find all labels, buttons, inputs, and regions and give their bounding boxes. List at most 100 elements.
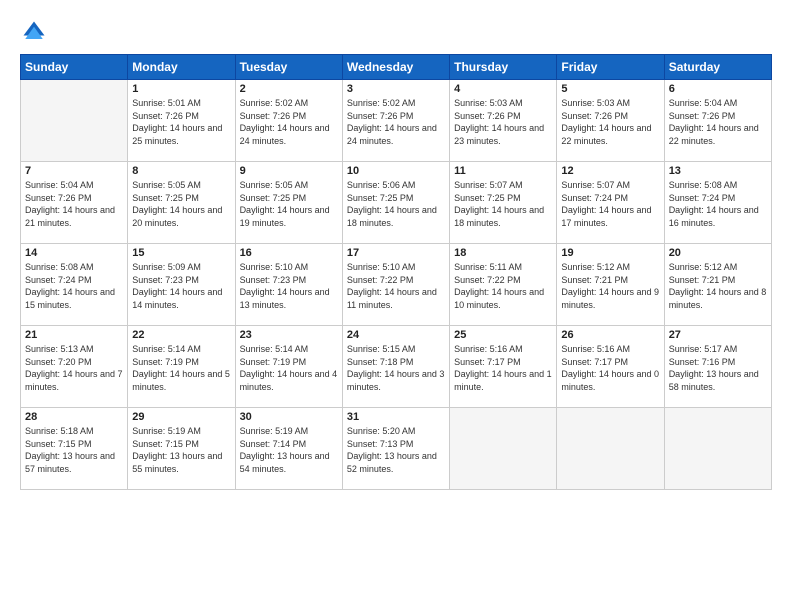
day-info: Sunrise: 5:15 AM Sunset: 7:18 PM Dayligh… <box>347 343 445 393</box>
calendar-cell: 20 Sunrise: 5:12 AM Sunset: 7:21 PM Dayl… <box>664 244 771 326</box>
sunset-text: Sunset: 7:15 PM <box>25 438 123 451</box>
week-row-5: 28 Sunrise: 5:18 AM Sunset: 7:15 PM Dayl… <box>21 408 772 490</box>
sunset-text: Sunset: 7:26 PM <box>669 110 767 123</box>
sunset-text: Sunset: 7:21 PM <box>669 274 767 287</box>
sunrise-text: Sunrise: 5:04 AM <box>669 97 767 110</box>
calendar-cell: 6 Sunrise: 5:04 AM Sunset: 7:26 PM Dayli… <box>664 80 771 162</box>
day-info: Sunrise: 5:03 AM Sunset: 7:26 PM Dayligh… <box>454 97 552 147</box>
sunrise-text: Sunrise: 5:10 AM <box>347 261 445 274</box>
sunrise-text: Sunrise: 5:12 AM <box>561 261 659 274</box>
calendar-cell: 27 Sunrise: 5:17 AM Sunset: 7:16 PM Dayl… <box>664 326 771 408</box>
day-info: Sunrise: 5:17 AM Sunset: 7:16 PM Dayligh… <box>669 343 767 393</box>
sunrise-text: Sunrise: 5:19 AM <box>240 425 338 438</box>
day-number: 14 <box>25 247 123 259</box>
day-info: Sunrise: 5:05 AM Sunset: 7:25 PM Dayligh… <box>240 179 338 229</box>
daylight-text: Daylight: 13 hours and 52 minutes. <box>347 450 445 475</box>
calendar-cell: 3 Sunrise: 5:02 AM Sunset: 7:26 PM Dayli… <box>342 80 449 162</box>
daylight-text: Daylight: 14 hours and 4 minutes. <box>240 368 338 393</box>
day-number: 27 <box>669 329 767 341</box>
sunrise-text: Sunrise: 5:08 AM <box>669 179 767 192</box>
calendar-cell: 22 Sunrise: 5:14 AM Sunset: 7:19 PM Dayl… <box>128 326 235 408</box>
day-info: Sunrise: 5:08 AM Sunset: 7:24 PM Dayligh… <box>669 179 767 229</box>
sunrise-text: Sunrise: 5:17 AM <box>669 343 767 356</box>
day-info: Sunrise: 5:01 AM Sunset: 7:26 PM Dayligh… <box>132 97 230 147</box>
calendar-cell: 19 Sunrise: 5:12 AM Sunset: 7:21 PM Dayl… <box>557 244 664 326</box>
sunset-text: Sunset: 7:26 PM <box>347 110 445 123</box>
daylight-text: Daylight: 14 hours and 24 minutes. <box>347 122 445 147</box>
day-info: Sunrise: 5:08 AM Sunset: 7:24 PM Dayligh… <box>25 261 123 311</box>
day-number: 18 <box>454 247 552 259</box>
sunset-text: Sunset: 7:20 PM <box>25 356 123 369</box>
sunrise-text: Sunrise: 5:16 AM <box>454 343 552 356</box>
sunset-text: Sunset: 7:15 PM <box>132 438 230 451</box>
day-number: 13 <box>669 165 767 177</box>
calendar-cell: 25 Sunrise: 5:16 AM Sunset: 7:17 PM Dayl… <box>450 326 557 408</box>
sunset-text: Sunset: 7:13 PM <box>347 438 445 451</box>
week-row-4: 21 Sunrise: 5:13 AM Sunset: 7:20 PM Dayl… <box>21 326 772 408</box>
daylight-text: Daylight: 14 hours and 22 minutes. <box>561 122 659 147</box>
day-number: 7 <box>25 165 123 177</box>
day-number: 31 <box>347 411 445 423</box>
daylight-text: Daylight: 13 hours and 55 minutes. <box>132 450 230 475</box>
day-info: Sunrise: 5:16 AM Sunset: 7:17 PM Dayligh… <box>561 343 659 393</box>
daylight-text: Daylight: 14 hours and 5 minutes. <box>132 368 230 393</box>
calendar-cell <box>557 408 664 490</box>
day-number: 4 <box>454 83 552 95</box>
day-info: Sunrise: 5:07 AM Sunset: 7:24 PM Dayligh… <box>561 179 659 229</box>
calendar-cell: 15 Sunrise: 5:09 AM Sunset: 7:23 PM Dayl… <box>128 244 235 326</box>
daylight-text: Daylight: 14 hours and 22 minutes. <box>669 122 767 147</box>
sunset-text: Sunset: 7:22 PM <box>454 274 552 287</box>
calendar-cell: 28 Sunrise: 5:18 AM Sunset: 7:15 PM Dayl… <box>21 408 128 490</box>
calendar-cell: 23 Sunrise: 5:14 AM Sunset: 7:19 PM Dayl… <box>235 326 342 408</box>
calendar-cell: 31 Sunrise: 5:20 AM Sunset: 7:13 PM Dayl… <box>342 408 449 490</box>
day-info: Sunrise: 5:04 AM Sunset: 7:26 PM Dayligh… <box>669 97 767 147</box>
sunset-text: Sunset: 7:24 PM <box>669 192 767 205</box>
sunrise-text: Sunrise: 5:07 AM <box>454 179 552 192</box>
daylight-text: Daylight: 14 hours and 25 minutes. <box>132 122 230 147</box>
daylight-text: Daylight: 14 hours and 19 minutes. <box>240 204 338 229</box>
week-row-2: 7 Sunrise: 5:04 AM Sunset: 7:26 PM Dayli… <box>21 162 772 244</box>
calendar-cell: 18 Sunrise: 5:11 AM Sunset: 7:22 PM Dayl… <box>450 244 557 326</box>
sunset-text: Sunset: 7:25 PM <box>240 192 338 205</box>
day-number: 1 <box>132 83 230 95</box>
calendar-table: SundayMondayTuesdayWednesdayThursdayFrid… <box>20 54 772 490</box>
weekday-header-wednesday: Wednesday <box>342 55 449 80</box>
day-info: Sunrise: 5:11 AM Sunset: 7:22 PM Dayligh… <box>454 261 552 311</box>
day-info: Sunrise: 5:02 AM Sunset: 7:26 PM Dayligh… <box>347 97 445 147</box>
sunset-text: Sunset: 7:17 PM <box>454 356 552 369</box>
calendar-cell <box>664 408 771 490</box>
calendar-cell: 9 Sunrise: 5:05 AM Sunset: 7:25 PM Dayli… <box>235 162 342 244</box>
sunrise-text: Sunrise: 5:14 AM <box>240 343 338 356</box>
sunrise-text: Sunrise: 5:20 AM <box>347 425 445 438</box>
sunrise-text: Sunrise: 5:06 AM <box>347 179 445 192</box>
sunrise-text: Sunrise: 5:02 AM <box>240 97 338 110</box>
day-info: Sunrise: 5:14 AM Sunset: 7:19 PM Dayligh… <box>132 343 230 393</box>
day-info: Sunrise: 5:06 AM Sunset: 7:25 PM Dayligh… <box>347 179 445 229</box>
day-number: 17 <box>347 247 445 259</box>
weekday-header-tuesday: Tuesday <box>235 55 342 80</box>
daylight-text: Daylight: 14 hours and 0 minutes. <box>561 368 659 393</box>
day-info: Sunrise: 5:07 AM Sunset: 7:25 PM Dayligh… <box>454 179 552 229</box>
day-number: 16 <box>240 247 338 259</box>
day-number: 21 <box>25 329 123 341</box>
sunset-text: Sunset: 7:17 PM <box>561 356 659 369</box>
calendar-cell: 21 Sunrise: 5:13 AM Sunset: 7:20 PM Dayl… <box>21 326 128 408</box>
day-number: 3 <box>347 83 445 95</box>
calendar-cell: 5 Sunrise: 5:03 AM Sunset: 7:26 PM Dayli… <box>557 80 664 162</box>
daylight-text: Daylight: 14 hours and 20 minutes. <box>132 204 230 229</box>
daylight-text: Daylight: 14 hours and 24 minutes. <box>240 122 338 147</box>
sunrise-text: Sunrise: 5:03 AM <box>454 97 552 110</box>
day-number: 20 <box>669 247 767 259</box>
day-info: Sunrise: 5:02 AM Sunset: 7:26 PM Dayligh… <box>240 97 338 147</box>
sunrise-text: Sunrise: 5:04 AM <box>25 179 123 192</box>
sunset-text: Sunset: 7:25 PM <box>454 192 552 205</box>
calendar-cell: 4 Sunrise: 5:03 AM Sunset: 7:26 PM Dayli… <box>450 80 557 162</box>
daylight-text: Daylight: 14 hours and 23 minutes. <box>454 122 552 147</box>
sunset-text: Sunset: 7:16 PM <box>669 356 767 369</box>
weekday-header-sunday: Sunday <box>21 55 128 80</box>
calendar-cell: 13 Sunrise: 5:08 AM Sunset: 7:24 PM Dayl… <box>664 162 771 244</box>
sunrise-text: Sunrise: 5:07 AM <box>561 179 659 192</box>
sunrise-text: Sunrise: 5:05 AM <box>132 179 230 192</box>
weekday-header-friday: Friday <box>557 55 664 80</box>
sunset-text: Sunset: 7:26 PM <box>561 110 659 123</box>
